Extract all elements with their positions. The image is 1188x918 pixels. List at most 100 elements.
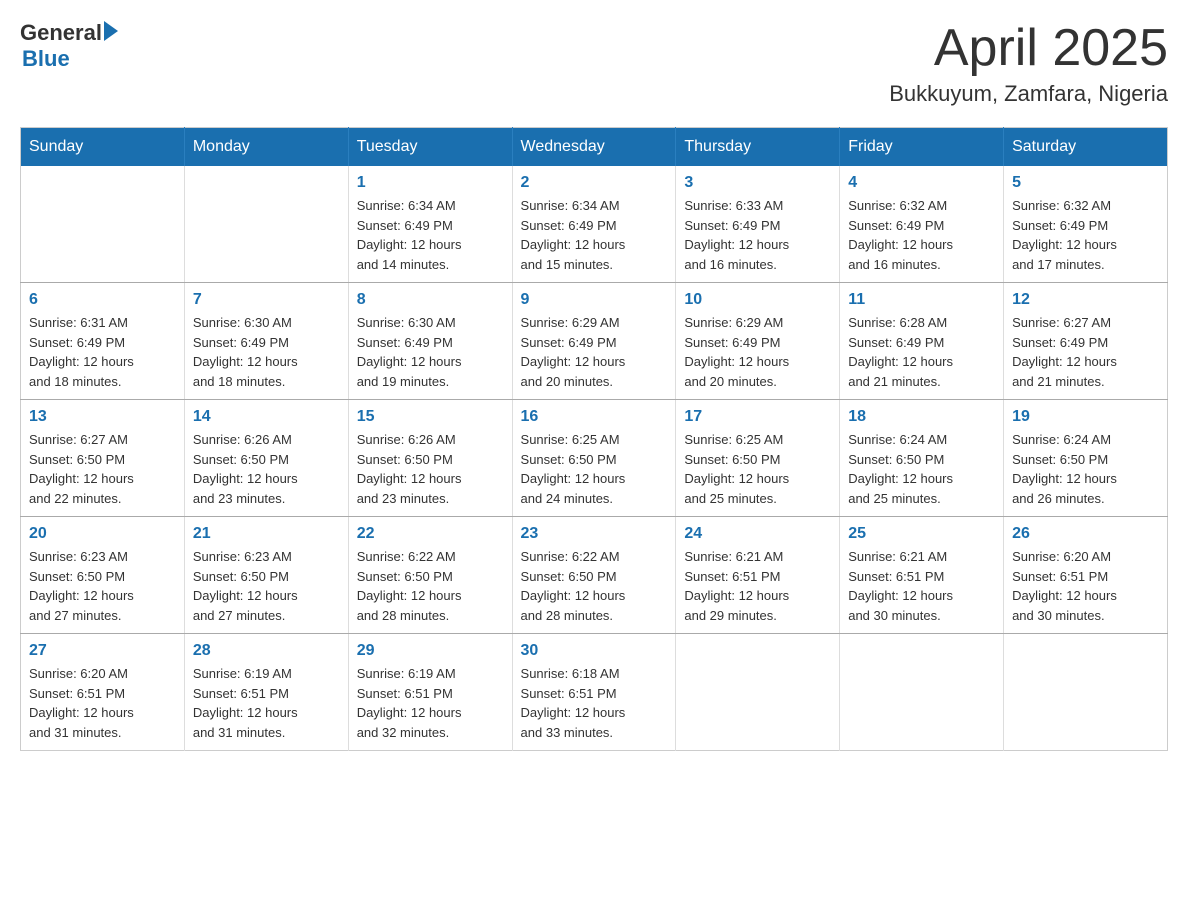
day-info: Sunrise: 6:20 AMSunset: 6:51 PMDaylight:… xyxy=(29,664,176,742)
calendar-cell xyxy=(21,166,185,283)
week-row-4: 20 Sunrise: 6:23 AMSunset: 6:50 PMDayligh… xyxy=(21,517,1168,634)
day-number: 25 xyxy=(848,525,995,543)
day-number: 16 xyxy=(521,408,668,426)
calendar-cell: 2 Sunrise: 6:34 AMSunset: 6:49 PMDaylight… xyxy=(512,166,676,283)
day-number: 3 xyxy=(684,174,831,192)
day-info: Sunrise: 6:22 AMSunset: 6:50 PMDaylight:… xyxy=(521,547,668,625)
calendar-cell: 28 Sunrise: 6:19 AMSunset: 6:51 PMDayligh… xyxy=(184,634,348,751)
calendar-cell: 12 Sunrise: 6:27 AMSunset: 6:49 PMDayligh… xyxy=(1004,283,1168,400)
day-info: Sunrise: 6:24 AMSunset: 6:50 PMDaylight:… xyxy=(848,430,995,508)
day-info: Sunrise: 6:25 AMSunset: 6:50 PMDaylight:… xyxy=(684,430,831,508)
day-number: 17 xyxy=(684,408,831,426)
calendar-cell: 1 Sunrise: 6:34 AMSunset: 6:49 PMDaylight… xyxy=(348,166,512,283)
day-number: 11 xyxy=(848,291,995,309)
day-number: 24 xyxy=(684,525,831,543)
logo-general-text: General xyxy=(20,20,102,46)
weekday-header-wednesday: Wednesday xyxy=(512,128,676,167)
day-info: Sunrise: 6:34 AMSunset: 6:49 PMDaylight:… xyxy=(521,196,668,274)
day-info: Sunrise: 6:28 AMSunset: 6:49 PMDaylight:… xyxy=(848,313,995,391)
calendar-cell: 17 Sunrise: 6:25 AMSunset: 6:50 PMDayligh… xyxy=(676,400,840,517)
logo: General Blue xyxy=(20,20,118,72)
calendar-cell: 22 Sunrise: 6:22 AMSunset: 6:50 PMDayligh… xyxy=(348,517,512,634)
day-number: 9 xyxy=(521,291,668,309)
calendar-cell: 26 Sunrise: 6:20 AMSunset: 6:51 PMDayligh… xyxy=(1004,517,1168,634)
day-number: 18 xyxy=(848,408,995,426)
weekday-header-friday: Friday xyxy=(840,128,1004,167)
calendar-cell: 19 Sunrise: 6:24 AMSunset: 6:50 PMDayligh… xyxy=(1004,400,1168,517)
day-info: Sunrise: 6:24 AMSunset: 6:50 PMDaylight:… xyxy=(1012,430,1159,508)
day-info: Sunrise: 6:34 AMSunset: 6:49 PMDaylight:… xyxy=(357,196,504,274)
day-number: 5 xyxy=(1012,174,1159,192)
calendar-cell: 21 Sunrise: 6:23 AMSunset: 6:50 PMDayligh… xyxy=(184,517,348,634)
calendar-cell: 29 Sunrise: 6:19 AMSunset: 6:51 PMDayligh… xyxy=(348,634,512,751)
calendar-cell: 14Sunrise: 6:26 AMSunset: 6:50 PMDayligh… xyxy=(184,400,348,517)
day-info: Sunrise: 6:31 AMSunset: 6:49 PMDaylight:… xyxy=(29,313,176,391)
weekday-header-tuesday: Tuesday xyxy=(348,128,512,167)
day-number: 1 xyxy=(357,174,504,192)
day-info: Sunrise: 6:21 AMSunset: 6:51 PMDaylight:… xyxy=(684,547,831,625)
day-number: 23 xyxy=(521,525,668,543)
calendar-cell xyxy=(676,634,840,751)
calendar-cell: 27Sunrise: 6:20 AMSunset: 6:51 PMDayligh… xyxy=(21,634,185,751)
calendar-cell: 15 Sunrise: 6:26 AMSunset: 6:50 PMDayligh… xyxy=(348,400,512,517)
calendar-cell: 23 Sunrise: 6:22 AMSunset: 6:50 PMDayligh… xyxy=(512,517,676,634)
day-number: 7 xyxy=(193,291,340,309)
calendar-cell: 4 Sunrise: 6:32 AMSunset: 6:49 PMDaylight… xyxy=(840,166,1004,283)
day-number: 12 xyxy=(1012,291,1159,309)
weekday-header-thursday: Thursday xyxy=(676,128,840,167)
weekday-header-monday: Monday xyxy=(184,128,348,167)
day-info: Sunrise: 6:19 AMSunset: 6:51 PMDaylight:… xyxy=(357,664,504,742)
day-info: Sunrise: 6:33 AMSunset: 6:49 PMDaylight:… xyxy=(684,196,831,274)
day-info: Sunrise: 6:19 AMSunset: 6:51 PMDaylight:… xyxy=(193,664,340,742)
day-info: Sunrise: 6:29 AMSunset: 6:49 PMDaylight:… xyxy=(684,313,831,391)
day-number: 6 xyxy=(29,291,176,309)
weekday-header-saturday: Saturday xyxy=(1004,128,1168,167)
day-info: Sunrise: 6:23 AMSunset: 6:50 PMDaylight:… xyxy=(193,547,340,625)
calendar-cell: 9 Sunrise: 6:29 AMSunset: 6:49 PMDaylight… xyxy=(512,283,676,400)
calendar-cell: 24 Sunrise: 6:21 AMSunset: 6:51 PMDayligh… xyxy=(676,517,840,634)
day-number: 28 xyxy=(193,642,340,660)
logo-arrow-icon xyxy=(104,21,118,41)
day-info: Sunrise: 6:25 AMSunset: 6:50 PMDaylight:… xyxy=(521,430,668,508)
day-info: Sunrise: 6:30 AMSunset: 6:49 PMDaylight:… xyxy=(193,313,340,391)
logo-blue-text: Blue xyxy=(22,46,70,72)
page-header: General Blue April 2025 Bukkuyum, Zamfar… xyxy=(20,20,1168,107)
day-number: 21 xyxy=(193,525,340,543)
day-number: 26 xyxy=(1012,525,1159,543)
location-subtitle: Bukkuyum, Zamfara, Nigeria xyxy=(889,81,1168,107)
day-info: Sunrise: 6:29 AMSunset: 6:49 PMDaylight:… xyxy=(521,313,668,391)
weekday-header-row: SundayMondayTuesdayWednesdayThursdayFrid… xyxy=(21,128,1168,167)
day-number: 2 xyxy=(521,174,668,192)
calendar-cell: 25Sunrise: 6:21 AMSunset: 6:51 PMDayligh… xyxy=(840,517,1004,634)
day-info: Sunrise: 6:32 AMSunset: 6:49 PMDaylight:… xyxy=(848,196,995,274)
weekday-header-sunday: Sunday xyxy=(21,128,185,167)
day-info: Sunrise: 6:27 AMSunset: 6:50 PMDaylight:… xyxy=(29,430,176,508)
calendar-cell: 13 Sunrise: 6:27 AMSunset: 6:50 PMDayligh… xyxy=(21,400,185,517)
day-info: Sunrise: 6:27 AMSunset: 6:49 PMDaylight:… xyxy=(1012,313,1159,391)
day-number: 10 xyxy=(684,291,831,309)
calendar-cell: 5Sunrise: 6:32 AMSunset: 6:49 PMDaylight… xyxy=(1004,166,1168,283)
week-row-1: 1 Sunrise: 6:34 AMSunset: 6:49 PMDaylight… xyxy=(21,166,1168,283)
day-number: 13 xyxy=(29,408,176,426)
day-number: 29 xyxy=(357,642,504,660)
day-info: Sunrise: 6:22 AMSunset: 6:50 PMDaylight:… xyxy=(357,547,504,625)
week-row-5: 27Sunrise: 6:20 AMSunset: 6:51 PMDayligh… xyxy=(21,634,1168,751)
calendar-cell: 8Sunrise: 6:30 AMSunset: 6:49 PMDaylight… xyxy=(348,283,512,400)
day-number: 22 xyxy=(357,525,504,543)
day-number: 15 xyxy=(357,408,504,426)
day-number: 20 xyxy=(29,525,176,543)
day-info: Sunrise: 6:20 AMSunset: 6:51 PMDaylight:… xyxy=(1012,547,1159,625)
day-number: 4 xyxy=(848,174,995,192)
week-row-2: 6 Sunrise: 6:31 AMSunset: 6:49 PMDaylight… xyxy=(21,283,1168,400)
day-number: 8 xyxy=(357,291,504,309)
day-number: 19 xyxy=(1012,408,1159,426)
calendar-cell: 18 Sunrise: 6:24 AMSunset: 6:50 PMDayligh… xyxy=(840,400,1004,517)
calendar-cell: 3 Sunrise: 6:33 AMSunset: 6:49 PMDaylight… xyxy=(676,166,840,283)
calendar-cell: 6 Sunrise: 6:31 AMSunset: 6:49 PMDaylight… xyxy=(21,283,185,400)
month-title: April 2025 xyxy=(889,20,1168,77)
calendar-cell xyxy=(184,166,348,283)
week-row-3: 13 Sunrise: 6:27 AMSunset: 6:50 PMDayligh… xyxy=(21,400,1168,517)
calendar-cell xyxy=(840,634,1004,751)
day-number: 14 xyxy=(193,408,340,426)
day-info: Sunrise: 6:26 AMSunset: 6:50 PMDaylight:… xyxy=(357,430,504,508)
